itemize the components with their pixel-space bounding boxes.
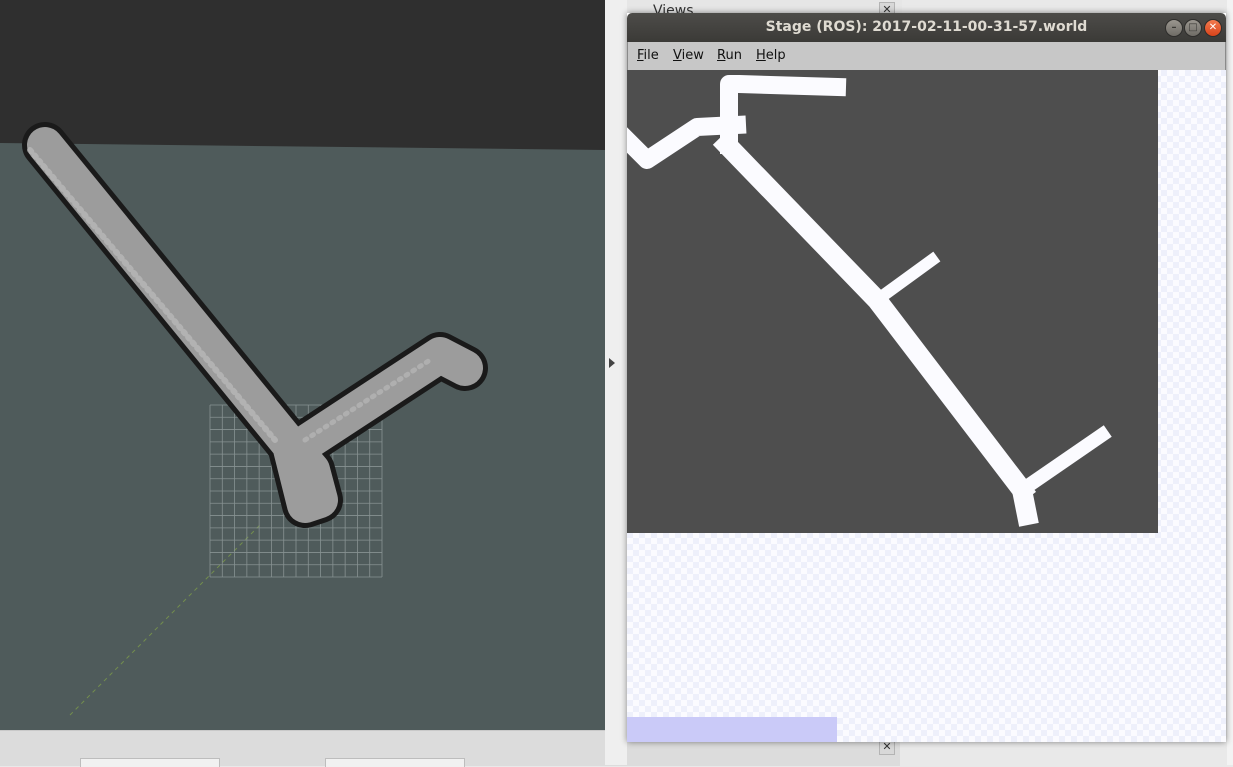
stage-window: Stage (ROS): 2017-02-11-00-31-57.world –… — [627, 13, 1226, 742]
corridor-branch-low — [1012, 425, 1112, 500]
panel-splitter[interactable] — [605, 0, 627, 765]
stage-menubar: File View Run Help — [627, 42, 1226, 71]
menu-view-rest: iew — [681, 48, 704, 63]
menu-run[interactable]: Run — [717, 48, 742, 63]
corridor-top — [720, 75, 847, 154]
stage-window-title: Stage (ROS): 2017-02-11-00-31-57.world — [765, 19, 1088, 35]
collapse-arrow-icon[interactable] — [609, 358, 615, 368]
close-icon[interactable]: ✕ — [1204, 19, 1222, 37]
menu-file-rest: ile — [643, 48, 659, 63]
minimize-icon[interactable]: – — [1165, 19, 1183, 37]
rviz-bottom-button-1[interactable] — [80, 758, 220, 767]
right-panel-edge — [1227, 0, 1233, 765]
stage-status-strip — [627, 717, 837, 742]
menu-help-rest: elp — [765, 48, 786, 63]
corridor-branch-mid — [868, 251, 941, 309]
corridor-end-cap — [1010, 478, 1039, 527]
menu-file[interactable]: File — [637, 48, 659, 63]
menu-help-mnemonic: H — [756, 48, 766, 63]
menu-run-rest: un — [725, 48, 742, 63]
rviz-render-panel[interactable] — [0, 0, 605, 730]
stage-canvas[interactable] — [627, 70, 1226, 742]
rviz-bottom-button-2[interactable] — [325, 758, 465, 767]
menu-view[interactable]: View — [673, 48, 704, 63]
menu-help[interactable]: Help — [756, 48, 786, 63]
rviz-3d-viewport[interactable] — [0, 0, 605, 730]
stage-corridor-map — [627, 75, 1112, 527]
stage-titlebar[interactable]: Stage (ROS): 2017-02-11-00-31-57.world –… — [627, 13, 1226, 42]
corridor-main — [712, 130, 1037, 505]
menu-view-mnemonic: V — [673, 48, 682, 63]
maximize-icon[interactable]: □ — [1184, 19, 1202, 37]
